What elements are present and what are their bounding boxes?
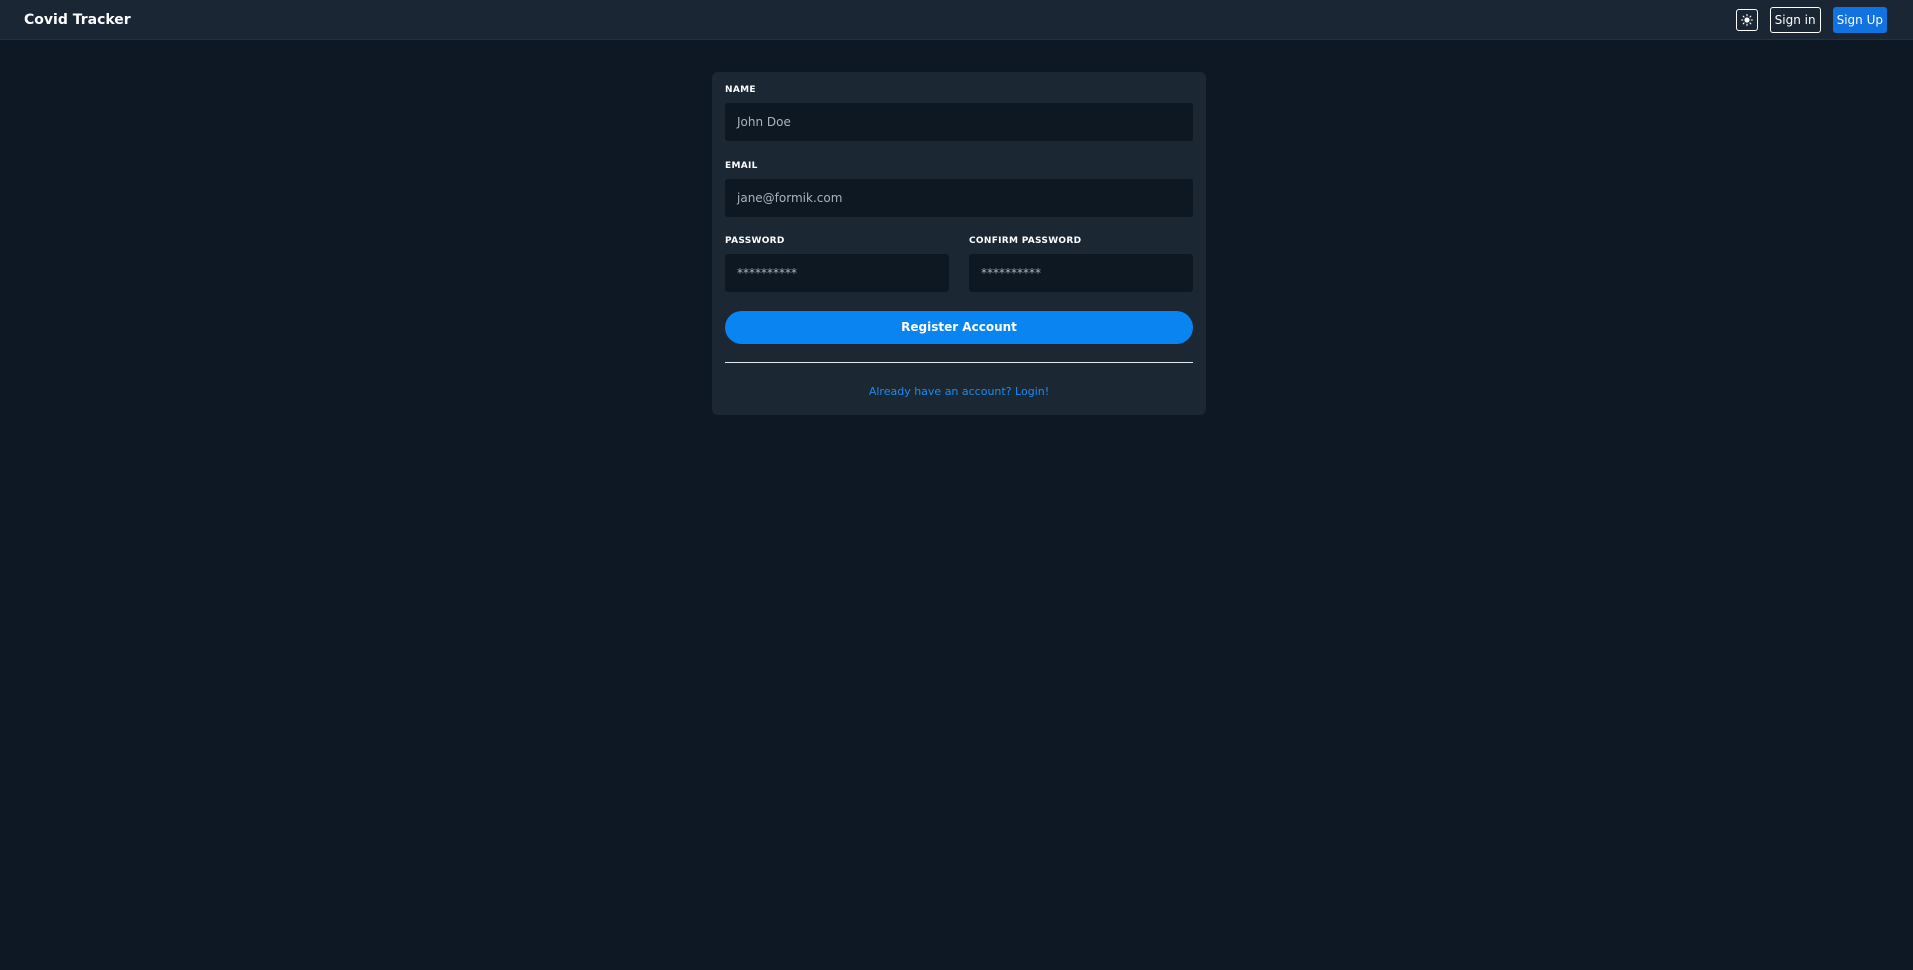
confirm-password-input[interactable]: ********** [969,254,1193,292]
theme-toggle-button[interactable] [1735,9,1758,31]
login-link[interactable]: Already have an account? Login! [712,385,1206,398]
register-account-button[interactable]: Register Account [725,311,1193,344]
email-input[interactable]: jane@formik.com [725,179,1193,217]
sign-in-button[interactable]: Sign in [1769,7,1821,33]
email-label: EMAIL [725,161,758,171]
password-input[interactable]: ********** [725,254,949,292]
name-input[interactable]: John Doe [725,103,1193,141]
app-title[interactable]: Covid Tracker [24,10,131,30]
sun-icon [1740,11,1753,30]
top-navbar: Covid Tracker Sign in Sign Up [0,0,1913,40]
name-label: NAME [725,85,756,95]
nav-actions: Sign in Sign Up [1735,7,1887,33]
password-label: PASSWORD [725,236,785,246]
sign-up-button[interactable]: Sign Up [1832,7,1887,33]
register-form-card: NAME John Doe EMAIL jane@formik.com PASS… [712,72,1206,415]
confirm-password-label: CONFIRM PASSWORD [969,236,1082,246]
form-divider [725,362,1193,363]
